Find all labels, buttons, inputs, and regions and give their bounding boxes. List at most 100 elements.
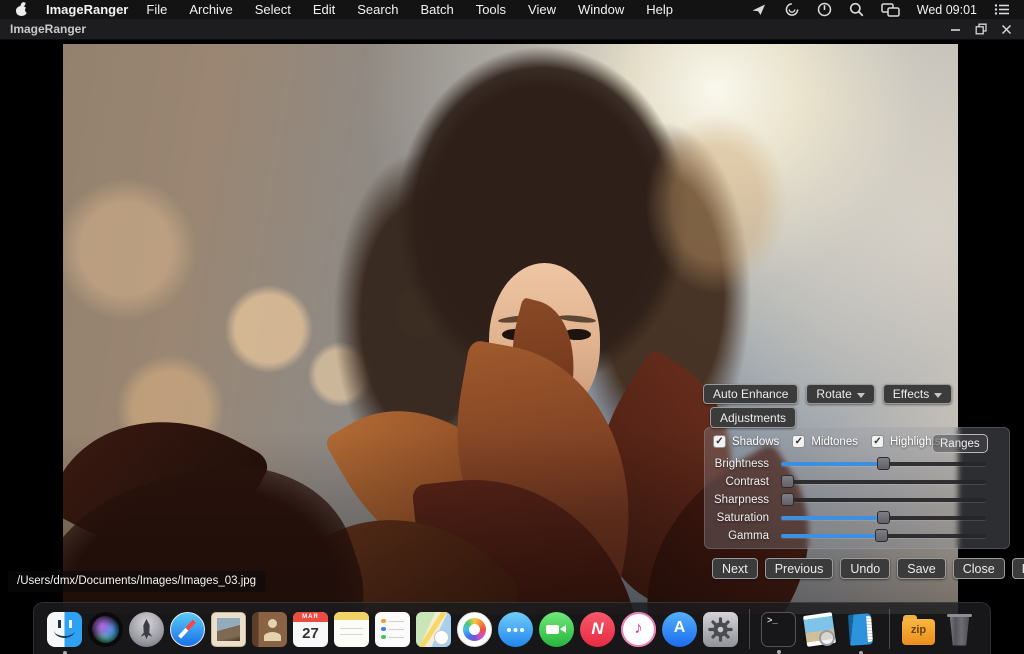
previous-button[interactable]: Previous: [765, 558, 834, 579]
dock-icon-image-viewer[interactable]: [802, 612, 837, 647]
dock-icon-photos[interactable]: [457, 612, 492, 647]
checkbox-icon: ✓: [713, 435, 726, 448]
dock-icon-trash[interactable]: [942, 612, 977, 647]
effects-dropdown[interactable]: Effects: [883, 384, 952, 404]
app-store-glyph: A: [662, 619, 697, 637]
dock-icon-calendar[interactable]: MAR 27: [293, 612, 328, 647]
dock-icon-news[interactable]: N: [580, 612, 615, 647]
slider-row-gamma: Gamma: [705, 529, 1001, 543]
dock-icon-launchpad[interactable]: [129, 612, 164, 647]
restore-button[interactable]: [975, 23, 987, 35]
dock-row: MAR 27 N ♪ A: [47, 603, 977, 649]
dock-icon-safari[interactable]: [170, 612, 205, 647]
slider-fill: [781, 516, 884, 520]
save-button[interactable]: Save: [897, 558, 946, 579]
menubar-clock[interactable]: Wed 09:01: [917, 3, 977, 17]
hide-button[interactable]: Hide: [1012, 558, 1024, 579]
next-button[interactable]: Next: [712, 558, 758, 579]
desktop: ImageRanger File Archive Select Edit Search B…: [0, 0, 1024, 654]
dock-icon-contacts[interactable]: [252, 612, 287, 647]
menu-item-window[interactable]: Window: [578, 2, 624, 17]
action-buttons: Next Previous Undo Save Close Hide: [712, 558, 1024, 579]
menubar-items: File Archive Select Edit Search Batch Tools Vie…: [146, 2, 673, 17]
tab-adjustments[interactable]: Adjustments: [710, 407, 796, 428]
dock-icon-siri[interactable]: [88, 612, 123, 647]
close-icon[interactable]: [1001, 24, 1012, 35]
ranges-button[interactable]: Ranges: [932, 434, 988, 453]
slider-thumb[interactable]: [781, 493, 794, 506]
menu-item-file[interactable]: File: [146, 2, 167, 17]
slider-row-saturation: Saturation: [705, 511, 1001, 525]
slider-label: Contrast: [705, 476, 781, 488]
menu-item-tools[interactable]: Tools: [476, 2, 506, 17]
undo-button[interactable]: Undo: [840, 558, 890, 579]
dock-icon-app-store[interactable]: A: [662, 612, 697, 647]
menubar-app-name[interactable]: ImageRanger: [46, 2, 128, 17]
slider-track-contrast[interactable]: [781, 480, 986, 484]
slider-thumb[interactable]: [781, 475, 794, 488]
dock-icon-reminders[interactable]: [375, 612, 410, 647]
dock-icon-notes[interactable]: [334, 612, 369, 647]
dock-divider: [749, 609, 750, 649]
editor-toolbar: Auto Enhance Rotate Effects: [703, 384, 952, 404]
rotate-dropdown[interactable]: Rotate: [806, 384, 874, 404]
dock-icon-messages[interactable]: [498, 612, 533, 647]
dock-icon-facetime[interactable]: [539, 612, 574, 647]
slider-track-gamma[interactable]: [781, 534, 986, 538]
running-indicator: [859, 651, 863, 654]
checkbox-shadows[interactable]: ✓ Shadows: [713, 435, 779, 448]
menu-item-archive[interactable]: Archive: [189, 2, 232, 17]
slider-thumb[interactable]: [875, 529, 888, 542]
slider-track-sharpness[interactable]: [781, 498, 986, 502]
menu-item-help[interactable]: Help: [646, 2, 673, 17]
music-note-icon: ♪: [621, 618, 656, 638]
checkbox-label: Shadows: [732, 436, 779, 448]
effects-label: Effects: [893, 387, 929, 401]
menubar: ImageRanger File Archive Select Edit Search B…: [0, 0, 1024, 19]
creative-cloud-icon[interactable]: [784, 2, 800, 17]
checkbox-icon: ✓: [792, 435, 805, 448]
file-path-label: /Users/dmx/Documents/Images/Images_03.jp…: [8, 571, 265, 592]
slider-track-brightness[interactable]: [781, 462, 986, 466]
menu-list-icon[interactable]: [994, 3, 1010, 16]
dock-icon-mail[interactable]: [211, 612, 246, 647]
adjustments-panel: ✓ Shadows ✓ Midtones ✓Highlights Ranges Brig…: [704, 427, 1010, 549]
dock-icon-system-preferences[interactable]: [703, 612, 738, 647]
menu-item-search[interactable]: Search: [357, 2, 398, 17]
spotlight-search-icon[interactable]: [849, 2, 864, 17]
window-titlebar[interactable]: ImageRanger: [0, 19, 1024, 40]
dock-icon-terminal[interactable]: >_: [761, 612, 796, 647]
menu-item-view[interactable]: View: [528, 2, 556, 17]
slider-label: Sharpness: [705, 494, 781, 506]
power-circle-icon[interactable]: [817, 2, 832, 17]
slider-track-saturation[interactable]: [781, 516, 986, 520]
dock-icon-zip-folder[interactable]: zip: [901, 612, 936, 647]
checkbox-label: Midtones: [811, 436, 858, 448]
menu-item-edit[interactable]: Edit: [313, 2, 335, 17]
chevron-down-icon: [857, 393, 865, 398]
apple-bite: [25, 7, 31, 13]
menu-item-batch[interactable]: Batch: [420, 2, 453, 17]
slider-label: Brightness: [705, 458, 781, 470]
checkbox-highlights[interactable]: ✓Highlights: [871, 435, 941, 448]
minimize-button[interactable]: [950, 24, 961, 35]
apple-menu-icon[interactable]: [15, 3, 28, 16]
sliders: Brightness Contrast Sharpness Saturation Gam…: [705, 457, 1001, 543]
close-button[interactable]: Close: [953, 558, 1005, 579]
dock-icon-finder[interactable]: [47, 612, 82, 647]
running-indicator: [777, 650, 781, 654]
slider-thumb[interactable]: [877, 511, 890, 524]
dock-icon-book[interactable]: [843, 612, 878, 647]
checkbox-midtones[interactable]: ✓ Midtones: [792, 435, 858, 448]
calendar-day: 27: [293, 622, 328, 646]
dock-icon-maps[interactable]: [416, 612, 451, 647]
slider-thumb[interactable]: [877, 457, 890, 470]
menu-item-select[interactable]: Select: [255, 2, 291, 17]
dock: MAR 27 N ♪ A: [33, 602, 991, 654]
rotate-label: Rotate: [816, 387, 851, 401]
displays-icon[interactable]: [881, 2, 900, 17]
menubar-status-area: Wed 09:01: [751, 2, 1024, 17]
paper-plane-icon[interactable]: [751, 2, 767, 17]
dock-icon-itunes[interactable]: ♪: [621, 612, 656, 647]
auto-enhance-button[interactable]: Auto Enhance: [703, 384, 798, 404]
